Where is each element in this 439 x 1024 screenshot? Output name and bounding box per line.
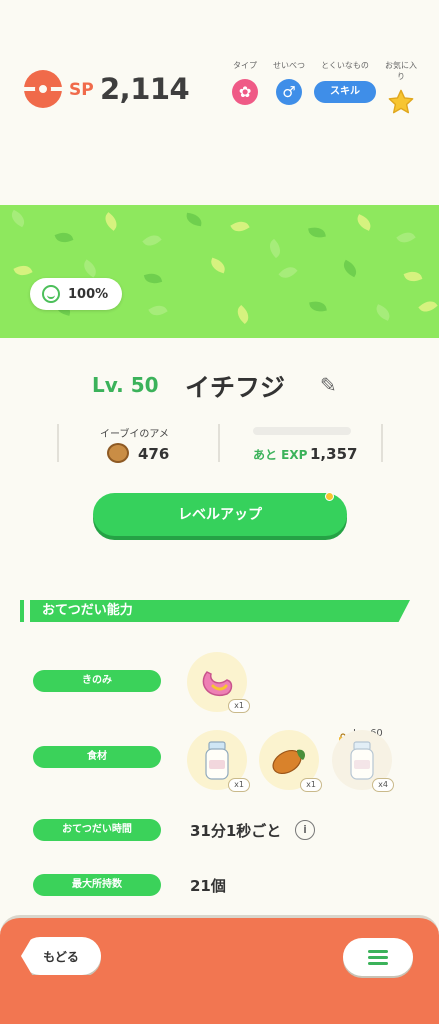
ingredient-count: x1	[300, 778, 322, 792]
fairy-type-icon[interactable]: ✿	[232, 79, 258, 105]
favorite-caption: お気に入り	[385, 61, 417, 81]
mood-badge[interactable]: 100%	[30, 278, 122, 310]
leaf-decoration	[142, 231, 162, 250]
section-title: おてつだい能力	[30, 600, 410, 622]
leaf-decoration	[208, 257, 228, 274]
leaf-banner	[0, 205, 439, 338]
specialty-caption: とくいなもの	[321, 61, 369, 70]
leaf-decoration	[101, 212, 121, 231]
leaf-decoration	[185, 212, 203, 227]
exp-value: 1,357	[310, 445, 358, 463]
pokemon-nickname: イチフジ	[185, 373, 286, 402]
gender-caption: せいべつ	[273, 61, 305, 70]
leaf-decoration	[265, 238, 285, 259]
divider	[57, 424, 59, 462]
favorite-column: お気に入り	[382, 60, 420, 120]
max-carry-label: 最大所持数	[33, 874, 161, 896]
candy-value: 476	[138, 445, 170, 463]
leaf-decoration	[396, 228, 416, 247]
max-carry-value: 21個	[190, 877, 226, 895]
section-accent	[20, 600, 24, 622]
leaf-decoration	[418, 297, 438, 316]
menu-icon	[368, 956, 388, 959]
leaf-decoration	[230, 217, 250, 236]
candy-label: イーブイのアメ	[100, 429, 169, 440]
divider	[218, 424, 220, 462]
leaf-decoration	[354, 214, 374, 231]
type-caption: タイプ	[233, 61, 257, 70]
smile-icon	[42, 285, 60, 303]
exp-label: あと EXP	[253, 448, 308, 462]
male-icon[interactable]: ♂	[276, 79, 302, 105]
back-button[interactable]: もどる	[21, 937, 101, 975]
mood-value: 100%	[68, 286, 109, 302]
leaf-decoration	[54, 229, 74, 246]
leaf-decoration	[8, 209, 28, 228]
sp-label: SP	[69, 80, 94, 100]
leaf-decoration	[80, 259, 100, 278]
leaf-decoration	[13, 262, 33, 279]
leaf-decoration	[143, 271, 163, 286]
leaf-decoration	[403, 268, 423, 285]
leaf-decoration	[373, 304, 393, 321]
level-up-button[interactable]: レベルアップ	[93, 493, 347, 536]
menu-icon	[368, 950, 388, 953]
specialty-column: とくいなもの スキル	[312, 60, 378, 103]
leaf-decoration	[309, 299, 327, 314]
ingredient-count: x1	[228, 778, 250, 792]
help-time-label: おてつだい時間	[33, 819, 161, 841]
leaf-decoration	[308, 225, 326, 240]
leaf-decoration	[278, 262, 298, 283]
specialty-badge[interactable]: スキル	[314, 81, 376, 103]
berry-label: きのみ	[33, 670, 161, 692]
help-time-value: 31分1秒ごと	[190, 822, 282, 840]
pokeball-icon	[24, 70, 62, 108]
exp-progress-bar	[253, 427, 351, 435]
info-icon[interactable]: i	[295, 820, 315, 840]
leaf-decoration	[148, 301, 168, 320]
header: SP 2,114 タイプ ✿ せいべつ ♂ とくいなもの スキル お気に入り	[0, 0, 439, 205]
notification-dot	[325, 492, 334, 501]
star-icon[interactable]	[387, 88, 415, 120]
leaf-decoration	[233, 304, 253, 325]
gender-column: せいべつ ♂	[269, 60, 309, 105]
menu-button[interactable]	[343, 938, 413, 976]
candy-icon	[107, 443, 129, 463]
ingredient-label: 食材	[33, 746, 161, 768]
leaf-decoration	[340, 259, 360, 278]
ingredient-count: x4	[372, 778, 394, 792]
edit-pencil-icon[interactable]: ✎	[320, 374, 342, 396]
menu-icon	[368, 962, 388, 965]
berry-count: x1	[228, 699, 250, 713]
sp-value: 2,114	[100, 72, 190, 106]
type-column: タイプ ✿	[228, 60, 262, 105]
level-label: Lv. 50	[92, 373, 159, 397]
divider	[381, 424, 383, 462]
